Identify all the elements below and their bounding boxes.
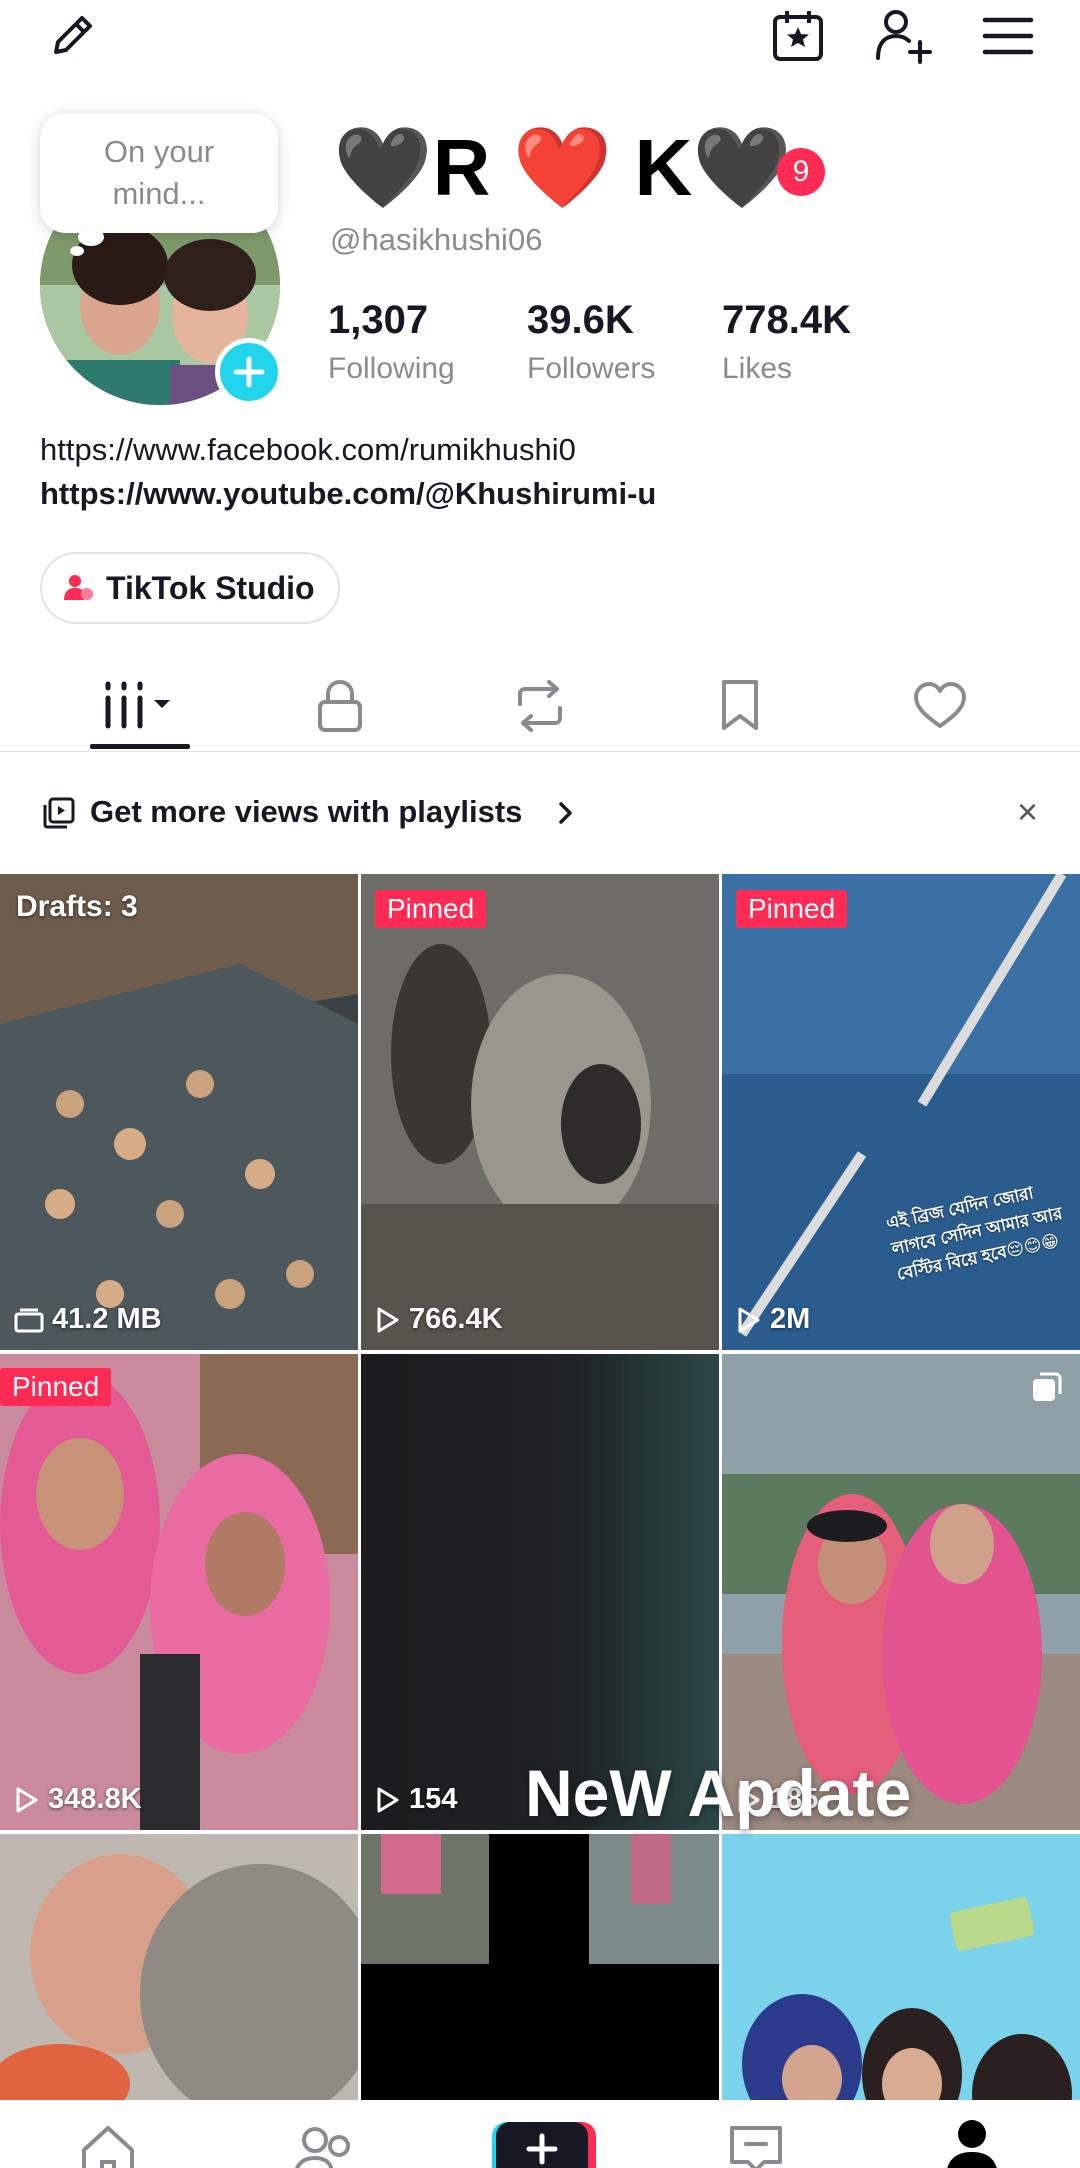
bio-link-facebook[interactable]: https://www.facebook.com/rumikhushi0	[40, 432, 576, 468]
calendar-star-icon	[773, 11, 823, 61]
tab-videos[interactable]	[70, 660, 210, 752]
play-icon	[16, 1787, 38, 1812]
stat-followers-label: Followers	[527, 352, 656, 385]
profile-icon	[947, 2120, 997, 2168]
stat-likes-value: 778.4K	[722, 298, 851, 342]
note-bubble-text: On your mind...	[103, 134, 215, 211]
tab-favorites[interactable]	[670, 660, 810, 752]
playlist-promo-banner[interactable]: Get more views with playlists ×	[0, 752, 1080, 872]
video-tile[interactable]: Pinned এই ব্রিজ যেদিন জোরা লাগবে সেদিন আ…	[722, 874, 1080, 1350]
stat-likes[interactable]: 778.4K Likes	[722, 298, 851, 386]
display-name: 🖤R ❤️ K🖤	[333, 123, 792, 212]
menu-button[interactable]	[976, 8, 1040, 64]
video-tile[interactable]: Pinned 766.4K	[361, 874, 719, 1350]
pinned-badge: Pinned	[375, 890, 487, 928]
nav-home[interactable]	[48, 2100, 168, 2168]
stat-followers-value: 39.6K	[527, 298, 634, 342]
play-icon	[377, 1787, 399, 1812]
tiktok-studio-button[interactable]: TikTok Studio	[40, 552, 340, 624]
close-promo-button[interactable]: ×	[1017, 791, 1038, 833]
note-bubble-tail-small	[70, 246, 84, 256]
pinned-badge: Pinned	[736, 890, 848, 928]
drafts-label: Drafts: 3	[16, 890, 138, 923]
edit-profile-button[interactable]	[36, 8, 108, 64]
name-badge[interactable]: 9	[777, 148, 825, 196]
play-icon	[738, 1307, 760, 1332]
nav-inbox[interactable]	[696, 2100, 816, 2168]
chevron-right-icon	[559, 802, 572, 824]
stat-likes-label: Likes	[722, 352, 793, 385]
bookmark-icon	[722, 680, 758, 730]
video-thumbnail	[0, 1834, 358, 2134]
add-story-button[interactable]	[215, 338, 283, 406]
video-stat: 154	[375, 1783, 457, 1816]
repost-icon	[518, 680, 562, 732]
pinned-badge: Pinned	[0, 1368, 112, 1406]
create-plus-icon	[492, 2122, 596, 2168]
lock-icon	[318, 679, 362, 732]
multi-photo-icon	[1033, 1372, 1062, 1401]
video-stat: 41.2 MB	[14, 1303, 162, 1336]
bottom-nav	[0, 2100, 1080, 2168]
video-tile[interactable]	[361, 1834, 719, 2134]
video-tile[interactable]: Pinned 348.8K	[0, 1354, 358, 1830]
playlist-icon	[43, 797, 75, 829]
hamburger-menu-icon	[982, 17, 1034, 55]
playlist-promo-text: Get more views with playlists	[90, 794, 523, 829]
video-tile[interactable]	[0, 1834, 358, 2134]
tab-reposts[interactable]	[470, 660, 610, 752]
stat-following-label: Following	[328, 352, 455, 385]
note-bubble[interactable]: On your mind...	[40, 113, 278, 233]
play-icon	[377, 1307, 399, 1332]
video-stat-value: 2M	[770, 1303, 811, 1335]
video-thumbnail	[361, 874, 719, 1350]
add-user-icon	[876, 10, 932, 64]
studio-icon	[64, 575, 93, 600]
videos-grid-icon	[105, 681, 170, 729]
tiktok-studio-label: TikTok Studio	[106, 569, 315, 606]
add-friend-button[interactable]	[868, 4, 938, 66]
heart-icon	[914, 682, 966, 728]
video-stat-value: 154	[409, 1783, 458, 1815]
profile-tabs	[0, 660, 1080, 752]
active-tab-indicator	[90, 744, 190, 749]
video-thumbnail	[722, 1834, 1080, 2134]
username: @hasikhushi06	[330, 222, 543, 257]
home-icon	[82, 2126, 134, 2168]
video-stat-value: 348.8K	[48, 1783, 142, 1815]
nav-create[interactable]	[480, 2100, 600, 2168]
video-thumbnail	[0, 1354, 358, 1830]
friends-icon	[295, 2127, 350, 2168]
overlay-caption: NeW Apdate	[525, 1756, 912, 1830]
note-bubble-tail	[78, 228, 104, 246]
video-stat: 766.4K	[375, 1303, 503, 1336]
video-thumbnail	[0, 874, 358, 1350]
calendar-button[interactable]	[764, 6, 832, 66]
video-thumbnail	[361, 1834, 719, 2134]
bio-link-youtube[interactable]: https://www.youtube.com/@Khushirumi-u	[40, 476, 656, 512]
pencil-icon	[54, 16, 92, 54]
tab-liked[interactable]	[870, 660, 1010, 752]
video-stat-value: 41.2 MB	[52, 1303, 162, 1335]
stat-following[interactable]: 1,307 Following	[328, 298, 455, 386]
nav-profile[interactable]	[912, 2100, 1032, 2168]
plus-icon	[233, 356, 265, 388]
tab-private[interactable]	[270, 660, 410, 752]
inbox-icon	[730, 2126, 782, 2168]
video-stat-value: 766.4K	[409, 1303, 503, 1335]
stat-following-value: 1,307	[328, 298, 429, 342]
video-stat: 2M	[736, 1303, 810, 1336]
video-tile-drafts[interactable]: Drafts: 3 41.2 MB	[0, 874, 358, 1350]
video-tile[interactable]	[722, 1834, 1080, 2134]
video-stat: 348.8K	[14, 1783, 142, 1816]
stat-followers[interactable]: 39.6K Followers	[527, 298, 655, 386]
storage-icon	[14, 1308, 44, 1332]
nav-friends[interactable]	[264, 2100, 384, 2168]
